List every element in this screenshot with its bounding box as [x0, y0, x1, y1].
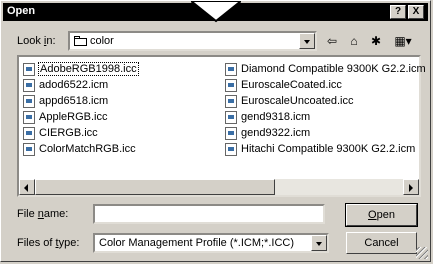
list-item[interactable]: CIERGB.icc: [21, 125, 138, 141]
file-icon: [23, 143, 35, 156]
file-icon: [23, 79, 35, 92]
view-menu-icon[interactable]: ▦▾: [391, 32, 415, 50]
look-in-value: color: [74, 35, 114, 47]
close-button[interactable]: X: [408, 5, 424, 19]
list-item[interactable]: Diamond Compatible 9300K G2.2.icm: [223, 61, 426, 77]
file-icon: [225, 111, 237, 124]
list-item[interactable]: adod6522.icm: [21, 77, 138, 93]
new-folder-icon[interactable]: ✱: [367, 32, 385, 50]
file-list[interactable]: AdobeRGB1998.icc adod6522.icm appd6518.i…: [17, 55, 426, 197]
files-of-type-label: Files of type:: [17, 237, 80, 249]
scroll-thumb[interactable]: [35, 179, 275, 195]
look-in-combo[interactable]: color: [68, 31, 317, 51]
file-icon: [225, 95, 237, 108]
file-icon: [23, 95, 35, 108]
file-name-label: File name:: [17, 208, 69, 220]
list-item[interactable]: Hitachi Compatible 9300K G2.2.icm: [223, 141, 426, 157]
folder-icon: [74, 36, 87, 46]
list-item[interactable]: gend9318.icm: [223, 109, 426, 125]
look-in-label: Look in:: [17, 35, 56, 47]
list-item[interactable]: AdobeRGB1998.icc: [21, 61, 139, 77]
pointer-notch: [191, 1, 241, 23]
horizontal-scrollbar[interactable]: [19, 179, 419, 195]
look-in-dropdown-button[interactable]: [299, 33, 315, 49]
files-of-type-dropdown-button[interactable]: [311, 235, 327, 251]
window-title: Open: [7, 5, 36, 17]
file-icon: [225, 127, 237, 140]
list-item[interactable]: AppleRGB.icc: [21, 109, 138, 125]
file-name-input[interactable]: [93, 204, 325, 224]
file-icon: [225, 63, 237, 76]
title-bar[interactable]: Open ? X: [3, 1, 428, 23]
file-icon: [225, 143, 237, 156]
list-item[interactable]: gend9322.icm: [223, 125, 426, 141]
file-icon: [225, 79, 237, 92]
open-dialog: Open ? X Look in: color ⇦ ⌂ ✱ ▦▾ AdobeRG…: [0, 0, 431, 262]
help-button[interactable]: ?: [390, 5, 406, 19]
file-icon: [23, 127, 35, 140]
cancel-button[interactable]: Cancel: [346, 232, 417, 254]
list-item[interactable]: EuroscaleCoated.icc: [223, 77, 426, 93]
resize-grip[interactable]: [416, 247, 428, 259]
file-icon: [23, 63, 35, 76]
up-folder-icon[interactable]: ⌂: [345, 32, 363, 50]
back-icon[interactable]: ⇦: [323, 32, 341, 50]
scroll-right-icon[interactable]: [403, 179, 419, 195]
files-of-type-value: Color Management Profile (*.ICM;*.ICC): [99, 237, 295, 249]
list-item[interactable]: EuroscaleUncoated.icc: [223, 93, 426, 109]
list-item[interactable]: appd6518.icm: [21, 93, 138, 109]
list-item[interactable]: ColorMatchRGB.icc: [21, 141, 138, 157]
scroll-left-icon[interactable]: [19, 179, 35, 195]
file-icon: [23, 111, 35, 124]
files-of-type-combo[interactable]: Color Management Profile (*.ICM;*.ICC): [93, 233, 329, 253]
open-button[interactable]: Open: [345, 203, 418, 227]
